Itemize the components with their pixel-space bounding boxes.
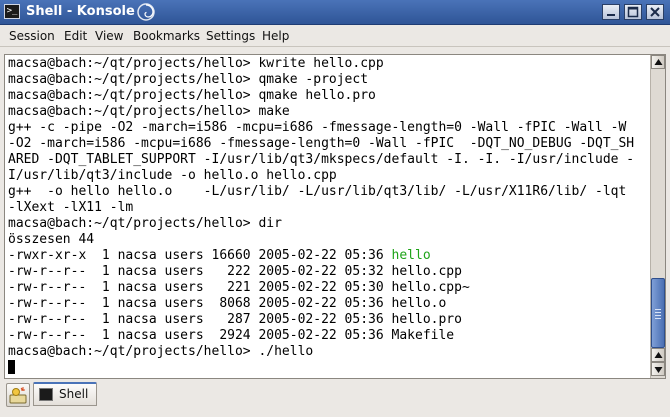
terminal-frame: macsa@bach:~/qt/projects/hello> kwrite h…: [4, 54, 666, 379]
terminal-line: macsa@bach:~/qt/projects/hello> kwrite h…: [8, 56, 652, 72]
terminal-line-text: I/usr/lib/qt3/include -o hello.o hello.c…: [8, 168, 337, 183]
terminal-line-text: macsa@bach:~/qt/projects/hello> ./hello: [8, 344, 314, 359]
close-icon: [650, 7, 660, 17]
scroll-up-button-lower[interactable]: [651, 348, 665, 362]
menu-help[interactable]: Help: [262, 29, 289, 43]
terminal-line: [8, 360, 652, 376]
scroll-up-button[interactable]: [651, 55, 665, 69]
new-session-button[interactable]: [6, 383, 30, 407]
terminal-line: -O2 -march=i586 -mcpu=i686 -fmessage-len…: [8, 136, 652, 152]
terminal-line-text: -lXext -lX11 -lm: [8, 200, 134, 215]
terminal-line: g++ -o hello hello.o -L/usr/lib/ -L/usr/…: [8, 184, 652, 200]
terminal-line-text: macsa@bach:~/qt/projects/hello> qmake he…: [8, 88, 376, 103]
arrow-up-icon: [654, 59, 663, 65]
tab-label: Shell: [59, 387, 89, 401]
arrow-down-icon: [654, 367, 663, 373]
session-tab-bar: Shell: [0, 380, 670, 417]
minimize-button[interactable]: [602, 4, 620, 20]
menu-edit[interactable]: Edit: [64, 29, 87, 43]
terminal-line: ARED -DQT_TABLET_SUPPORT -I/usr/lib/qt3/…: [8, 152, 652, 168]
terminal-icon: [39, 388, 53, 401]
terminal-line: -rw-r--r-- 1 nacsa users 8068 2005-02-22…: [8, 296, 652, 312]
terminal-line: -rw-r--r-- 1 nacsa users 221 2005-02-22 …: [8, 280, 652, 296]
maximize-icon: [627, 6, 639, 18]
konsole-app-icon[interactable]: >_: [4, 4, 20, 19]
arrow-up-icon: [654, 352, 663, 358]
terminal-line-text: macsa@bach:~/qt/projects/hello> kwrite h…: [8, 56, 384, 71]
tab-shell[interactable]: Shell: [33, 382, 97, 406]
terminal-line-text: -rw-r--r-- 1 nacsa users 8068 2005-02-22…: [8, 296, 447, 311]
terminal-line: macsa@bach:~/qt/projects/hello> qmake he…: [8, 88, 652, 104]
terminal-line-text: -rw-r--r-- 1 nacsa users 221 2005-02-22 …: [8, 280, 470, 295]
executable-filename: hello: [391, 248, 431, 263]
title-bar[interactable]: >_ Shell - Konsole: [0, 0, 670, 25]
terminal-line-text: macsa@bach:~/qt/projects/hello> make: [8, 104, 290, 119]
terminal-line-text: -rw-r--r-- 1 nacsa users 2924 2005-02-22…: [8, 328, 455, 343]
close-button[interactable]: [646, 4, 664, 20]
minimize-icon: [607, 14, 615, 16]
terminal-line-text: összesen 44: [8, 232, 95, 247]
menu-settings[interactable]: Settings: [206, 29, 255, 43]
new-session-icon: [9, 387, 27, 404]
menu-bar: Session Edit View Bookmarks Settings Hel…: [0, 25, 670, 47]
kde-spiral-icon: [137, 3, 155, 21]
terminal-line: -rwxr-xr-x 1 nacsa users 16660 2005-02-2…: [8, 248, 652, 264]
menu-view[interactable]: View: [95, 29, 123, 43]
vertical-scrollbar[interactable]: [650, 55, 665, 378]
terminal-line: macsa@bach:~/qt/projects/hello> ./hello: [8, 344, 652, 360]
terminal-line-text: -rw-r--r-- 1 nacsa users 222 2005-02-22 …: [8, 264, 462, 279]
terminal-line-text: macsa@bach:~/qt/projects/hello> qmake -p…: [8, 72, 369, 87]
terminal-line: I/usr/lib/qt3/include -o hello.o hello.c…: [8, 168, 652, 184]
terminal-line: -rw-r--r-- 1 nacsa users 222 2005-02-22 …: [8, 264, 652, 280]
maximize-button[interactable]: [624, 4, 642, 20]
window-title: Shell - Konsole: [26, 4, 135, 19]
scrollbar-thumb[interactable]: [651, 278, 665, 348]
scroll-down-button[interactable]: [651, 362, 665, 376]
terminal-line: -rw-r--r-- 1 nacsa users 2924 2005-02-22…: [8, 328, 652, 344]
terminal-line-text: g++ -o hello hello.o -L/usr/lib/ -L/usr/…: [8, 184, 627, 199]
menu-session[interactable]: Session: [9, 29, 55, 43]
terminal-line-text: g++ -c -pipe -O2 -march=i586 -mcpu=i686 …: [8, 120, 627, 135]
terminal-line: -lXext -lX11 -lm: [8, 200, 652, 216]
menu-bookmarks[interactable]: Bookmarks: [133, 29, 200, 43]
terminal-line: g++ -c -pipe -O2 -march=i586 -mcpu=i686 …: [8, 120, 652, 136]
terminal-line-text: ARED -DQT_TABLET_SUPPORT -I/usr/lib/qt3/…: [8, 152, 635, 167]
terminal-line-text: -rwxr-xr-x 1 nacsa users 16660 2005-02-2…: [8, 248, 392, 263]
terminal-line-text: -O2 -march=i586 -mcpu=i686 -fmessage-len…: [8, 136, 635, 151]
terminal-line-text: -rw-r--r-- 1 nacsa users 287 2005-02-22 …: [8, 312, 462, 327]
terminal-line: macsa@bach:~/qt/projects/hello> make: [8, 104, 652, 120]
terminal-line: -rw-r--r-- 1 nacsa users 287 2005-02-22 …: [8, 312, 652, 328]
terminal-line: összesen 44: [8, 232, 652, 248]
terminal-line-text: macsa@bach:~/qt/projects/hello> dir: [8, 216, 282, 231]
terminal-line: macsa@bach:~/qt/projects/hello> dir: [8, 216, 652, 232]
terminal-output[interactable]: macsa@bach:~/qt/projects/hello> kwrite h…: [8, 56, 652, 376]
terminal-line: macsa@bach:~/qt/projects/hello> qmake -p…: [8, 72, 652, 88]
terminal-cursor: [8, 360, 15, 374]
